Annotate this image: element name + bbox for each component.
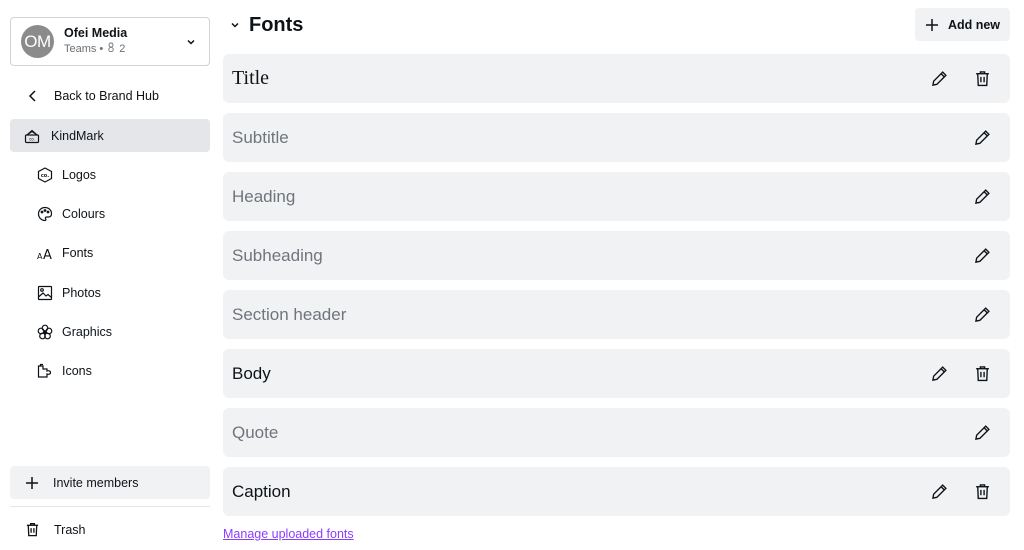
sidebar-item-label: Photos [62, 285, 101, 300]
font-label: Caption [232, 481, 291, 501]
sidebar-item-brand-kit[interactable]: co. KindMark [10, 119, 210, 152]
sidebar-item-graphics[interactable]: Graphics [10, 315, 210, 348]
pencil-icon [932, 366, 947, 381]
back-to-brand-hub[interactable]: Back to Brand Hub [10, 79, 210, 112]
svg-text:co.: co. [41, 173, 49, 179]
member-count: 2 [119, 43, 126, 55]
font-label: Subtitle [232, 127, 289, 147]
font-row-body[interactable]: Body [223, 349, 1010, 398]
font-label: Section header [232, 304, 347, 324]
chevron-left-icon [24, 87, 42, 105]
font-row-caption[interactable]: Caption [223, 467, 1010, 516]
sidebar-item-photos[interactable]: Photos [10, 276, 210, 309]
plus-icon [26, 476, 38, 489]
brand-kit-label: KindMark [51, 128, 104, 143]
font-icon: AA [36, 244, 54, 262]
delete-button[interactable] [973, 69, 992, 88]
font-row-heading[interactable]: Heading [223, 172, 1010, 221]
brand-kit-icon: co. [23, 127, 41, 145]
fonts-section-toggle[interactable]: Fonts [230, 8, 303, 42]
pencil-icon [975, 425, 990, 440]
trash-icon [26, 523, 39, 537]
team-meta: Teams • 2 [64, 41, 127, 57]
edit-button[interactable] [973, 305, 992, 324]
pencil-icon [975, 307, 990, 322]
team-name: Ofei Media [64, 26, 128, 40]
row-actions [973, 408, 992, 457]
logo-icon: co. [36, 166, 54, 184]
delete-button[interactable] [973, 364, 992, 383]
edit-button[interactable] [930, 482, 949, 501]
team-plan: Teams [64, 43, 97, 55]
edit-button[interactable] [973, 187, 992, 206]
graphics-icon [36, 323, 54, 341]
svg-text:A: A [43, 248, 52, 261]
chevron-down-icon [231, 22, 239, 28]
trash-icon [976, 484, 989, 500]
puzzle-icon [36, 362, 54, 380]
avatar: OM [21, 25, 54, 58]
row-actions [930, 467, 992, 516]
pencil-icon [932, 484, 947, 499]
meta-separator: • [99, 43, 104, 55]
add-new-button[interactable]: Add new [915, 8, 1010, 41]
edit-button[interactable] [973, 423, 992, 442]
row-actions [930, 349, 992, 398]
invite-members-button[interactable]: Invite members [10, 466, 210, 499]
sidebar-item-label: Colours [62, 206, 106, 221]
font-label: Body [232, 363, 271, 383]
pencil-icon [975, 189, 990, 204]
font-row-title[interactable]: Title [223, 54, 1010, 103]
edit-button[interactable] [930, 69, 949, 88]
edit-button[interactable] [973, 128, 992, 147]
manage-uploaded-fonts-link[interactable]: Manage uploaded fonts [223, 527, 354, 541]
palette-icon [36, 205, 54, 223]
font-label: Heading [232, 186, 296, 206]
person-icon [106, 41, 116, 57]
sidebar-item-trash[interactable]: Trash [10, 513, 210, 546]
edit-button[interactable] [973, 246, 992, 265]
fonts-panel: Fonts Add new Title Subtitle Heading Sub… [223, 0, 1010, 550]
sidebar: OM Ofei Media Teams • 2 Back to Brand Hu… [0, 0, 220, 550]
sidebar-item-label: Icons [62, 363, 92, 378]
pencil-icon [975, 248, 990, 263]
row-actions [930, 54, 992, 103]
row-actions [973, 231, 992, 280]
team-info: Ofei Media Teams • 2 [64, 26, 127, 57]
pencil-icon [932, 71, 947, 86]
trash-label: Trash [54, 522, 86, 537]
photo-icon [36, 284, 54, 302]
section-title: Fonts [249, 13, 304, 36]
row-actions [973, 113, 992, 162]
font-row-subheading[interactable]: Subheading [223, 231, 1010, 280]
font-row-section-header[interactable]: Section header [223, 290, 1010, 339]
sidebar-item-icons[interactable]: Icons [10, 354, 210, 387]
plus-icon [925, 18, 938, 31]
sidebar-item-logos[interactable]: co. Logos [10, 158, 210, 191]
font-label: Title [232, 67, 270, 89]
row-actions [973, 172, 992, 221]
sidebar-item-label: Fonts [62, 245, 94, 260]
delete-button[interactable] [973, 482, 992, 501]
add-new-label: Add new [947, 17, 1001, 32]
edit-button[interactable] [930, 364, 949, 383]
sidebar-divider [10, 506, 210, 507]
back-label: Back to Brand Hub [54, 88, 159, 103]
trash-icon [976, 366, 989, 382]
pencil-icon [975, 130, 990, 145]
sidebar-item-label: Graphics [62, 324, 113, 339]
svg-text:co.: co. [29, 136, 35, 141]
sidebar-item-fonts[interactable]: AA Fonts [10, 236, 210, 269]
invite-label: Invite members [53, 475, 139, 490]
font-label: Subheading [232, 245, 323, 265]
row-actions [973, 290, 992, 339]
sidebar-item-label: Logos [62, 167, 97, 182]
team-switcher[interactable]: OM Ofei Media Teams • 2 [10, 17, 210, 66]
font-row-quote[interactable]: Quote [223, 408, 1010, 457]
font-row-subtitle[interactable]: Subtitle [223, 113, 1010, 162]
chevron-down-icon [187, 39, 195, 45]
font-label: Quote [232, 422, 279, 442]
trash-icon [976, 71, 989, 87]
sidebar-item-colours[interactable]: Colours [10, 197, 210, 230]
